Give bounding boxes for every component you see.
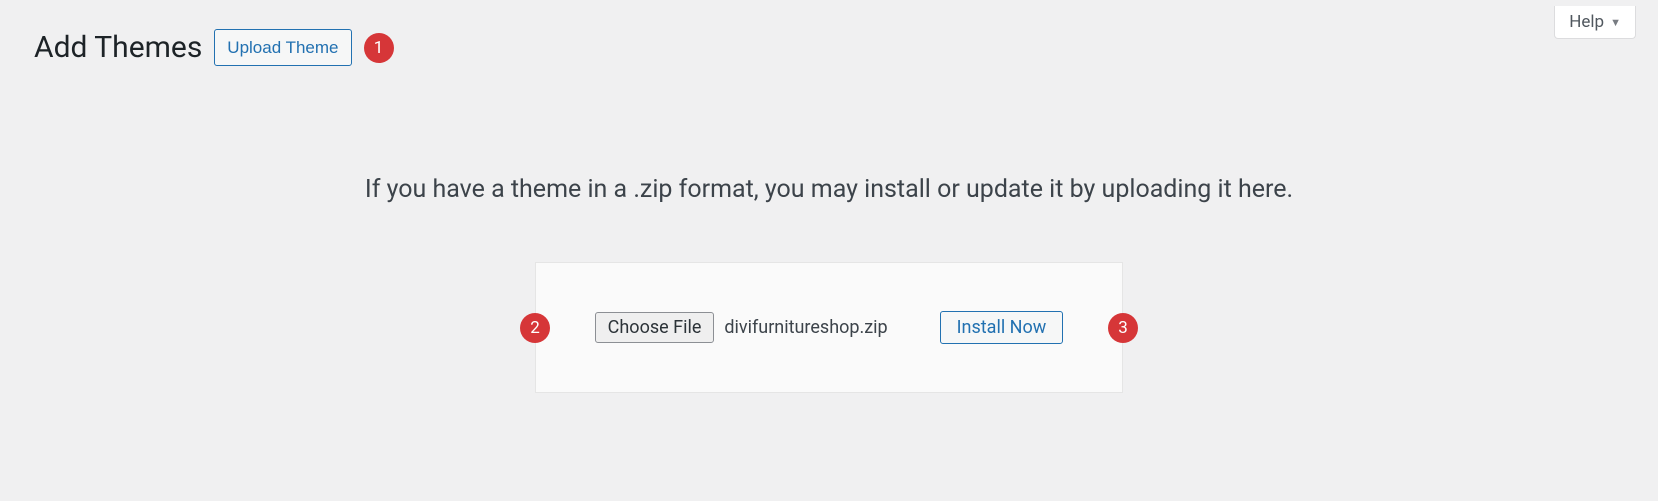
annotation-badge-1: 1 [364,33,394,63]
annotation-badge-2: 2 [520,313,550,343]
page-header: Add Themes Upload Theme 1 [0,0,1658,67]
page-title: Add Themes [34,28,202,67]
upload-instruction: If you have a theme in a .zip format, yo… [0,175,1658,204]
annotation-badge-3: 3 [1108,313,1138,343]
upload-theme-button[interactable]: Upload Theme [214,29,351,66]
chevron-down-icon: ▼ [1610,16,1621,29]
help-label: Help [1569,12,1604,32]
file-input-group: Choose File divifurnitureshop.zip [595,312,928,343]
install-now-button[interactable]: Install Now [940,311,1064,344]
help-tab[interactable]: Help ▼ [1554,6,1636,39]
upload-form: 2 Choose File divifurnitureshop.zip Inst… [535,262,1123,393]
selected-file-name: divifurnitureshop.zip [724,317,887,338]
choose-file-button[interactable]: Choose File [595,312,715,343]
